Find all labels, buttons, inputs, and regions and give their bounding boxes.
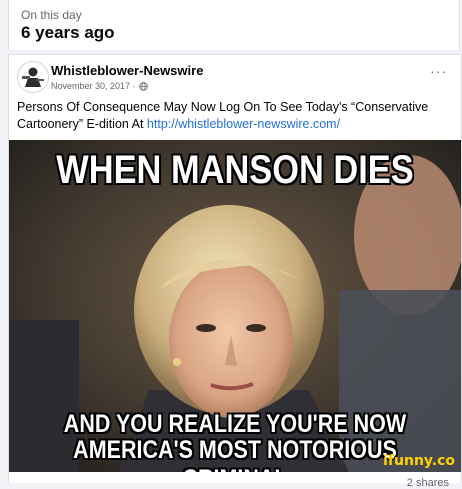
more-options-button[interactable]: ···	[430, 63, 447, 79]
post-text: Persons Of Consequence May Now Log On To…	[17, 99, 457, 133]
on-this-day-label: On this day	[21, 8, 82, 22]
globe-icon	[138, 81, 148, 91]
years-ago-heading: 6 years ago	[21, 23, 115, 42]
post-author-name[interactable]: Whistleblower-Newswire	[51, 63, 203, 78]
on-this-day-card: On this day 6 years ago	[8, 0, 460, 50]
meme-bottom-caption-line1: AND YOU REALIZE YOU'RE NOW	[63, 410, 407, 438]
post-card: Whistleblower-Newswire November 30, 2017…	[8, 54, 462, 489]
meme-bottom-caption-line2: AMERICA'S MOST NOTORIOUS CRIMINAL	[73, 436, 397, 472]
post-date[interactable]: November 30, 2017 ·	[51, 81, 136, 91]
post-image[interactable]: WHEN MANSON DIES AND YOU REALIZE YOU'RE …	[9, 140, 461, 472]
post-link[interactable]: http://whistleblower-newswire.com/	[147, 117, 340, 131]
page-logo-icon	[18, 62, 48, 92]
avatar[interactable]	[17, 61, 49, 93]
shares-count[interactable]: 2 shares	[407, 477, 449, 489]
meme-top-caption: WHEN MANSON DIES	[56, 148, 414, 192]
ifunny-watermark: ifunny.co	[383, 453, 455, 469]
post-meta: November 30, 2017 ·	[51, 81, 148, 91]
facebook-memories-page: On this day 6 years ago Whistleblower-Ne…	[0, 0, 462, 489]
